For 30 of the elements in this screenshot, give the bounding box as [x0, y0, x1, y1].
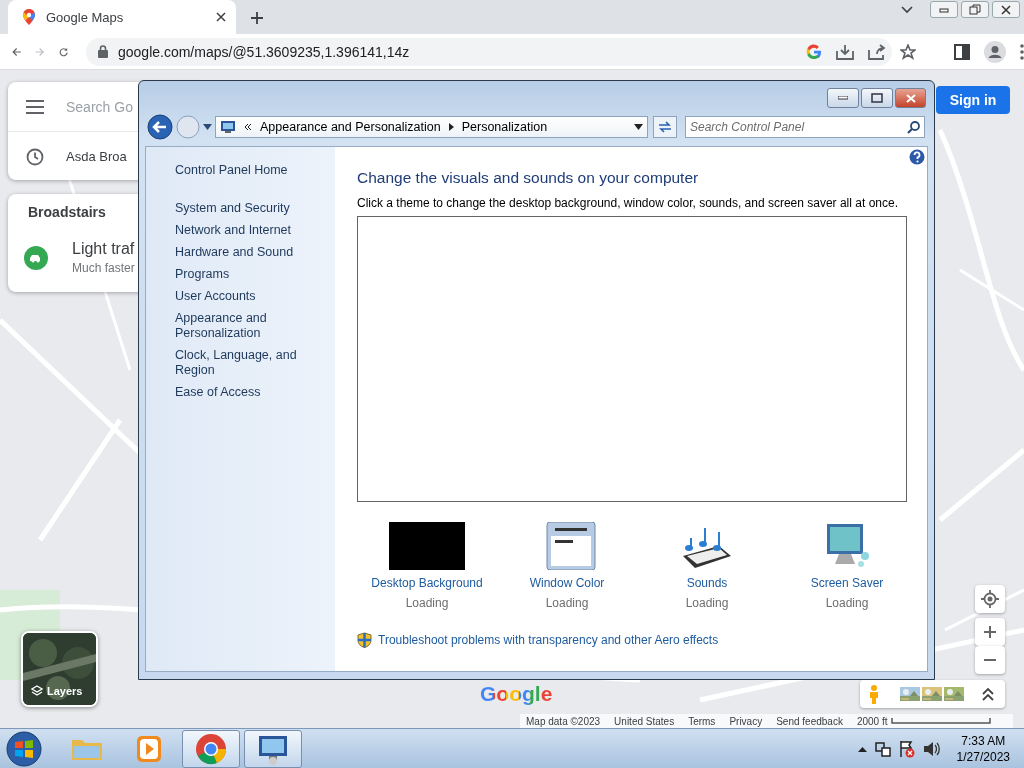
download-icon[interactable] [836, 43, 854, 60]
taskbar-button[interactable] [182, 729, 240, 768]
restore-button[interactable] [961, 1, 989, 18]
map-pin-icon [22, 8, 36, 26]
side-panel-icon[interactable] [954, 43, 970, 60]
taskbar-button[interactable] [244, 729, 302, 768]
star-icon[interactable] [900, 43, 916, 60]
menu-icon[interactable] [1020, 43, 1024, 60]
g-logo-icon[interactable] [806, 43, 822, 60]
minimize-button[interactable] [930, 1, 958, 18]
network-icon[interactable] [874, 740, 891, 757]
minimize-icon [939, 6, 949, 13]
start-button-icon[interactable] [4, 729, 44, 768]
close-icon[interactable] [216, 12, 226, 22]
flag-icon[interactable] [898, 739, 915, 758]
chrome-icon [194, 731, 228, 766]
close-icon [1001, 4, 1011, 15]
restore-icon [969, 4, 981, 15]
clock-date[interactable]: 1/27/2023 [956, 749, 1010, 764]
browser-tab[interactable]: Google Maps [8, 0, 236, 34]
lock-icon [98, 45, 108, 58]
close-button[interactable] [992, 1, 1020, 18]
share-icon[interactable] [868, 43, 886, 60]
profile-icon[interactable] [984, 40, 1006, 63]
clock-time[interactable]: 7:33 AM [961, 733, 1006, 748]
new-tab-icon[interactable] [250, 11, 264, 25]
caret-icon[interactable] [901, 5, 913, 14]
speaker-icon[interactable] [922, 740, 941, 757]
address-field[interactable]: google.com/maps/@51.3609235,1.396141,14z [86, 37, 892, 66]
up-caret-icon[interactable] [857, 745, 867, 752]
